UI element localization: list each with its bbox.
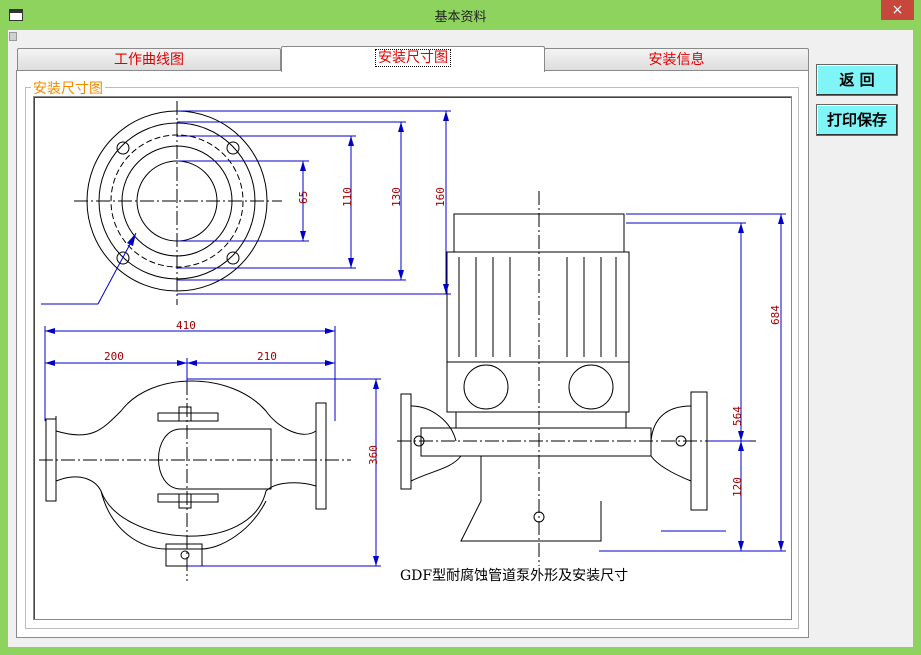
tab-label: 工作曲线图 (114, 52, 184, 68)
title-bar: 基本资料 × (0, 0, 921, 30)
dim-left-width: 200 (104, 350, 124, 363)
tab-install-info[interactable]: 安装信息 (544, 48, 809, 71)
tab-label: 安装信息 (648, 52, 705, 68)
group-label: 安装尺寸图 (31, 78, 105, 98)
dim-flange-110: 110 (341, 187, 354, 207)
dim-flange-130: 130 (390, 187, 403, 207)
installation-drawing: 65 110 130 160 410 200 210 360 684 564 1… (33, 96, 792, 620)
tab-install-dimensions[interactable]: 安装尺寸图 (281, 46, 545, 72)
dim-top-height: 564 (731, 406, 744, 426)
window-title: 基本资料 (434, 10, 487, 25)
handle-icon (9, 32, 17, 41)
print-save-button[interactable]: 打印保存 (816, 104, 898, 136)
dim-overall-width: 410 (176, 319, 196, 332)
tab-label: 安装尺寸图 (375, 49, 451, 67)
drawing-canvas: 65 110 130 160 410 200 210 360 684 564 1… (39, 101, 786, 581)
dim-overall-height: 684 (769, 305, 782, 325)
dim-flange-65: 65 (297, 191, 310, 204)
dim-right-width: 210 (257, 350, 277, 363)
back-button[interactable]: 返 回 (816, 64, 898, 96)
tab-work-curve[interactable]: 工作曲线图 (17, 48, 281, 71)
dim-bottom-height: 120 (731, 477, 744, 497)
dim-front-height: 360 (367, 445, 380, 465)
drawing-caption: GDF型耐腐蚀管道泵外形及安装尺寸 (400, 568, 629, 584)
close-button[interactable]: × (881, 0, 914, 20)
dim-flange-160: 160 (434, 187, 447, 207)
